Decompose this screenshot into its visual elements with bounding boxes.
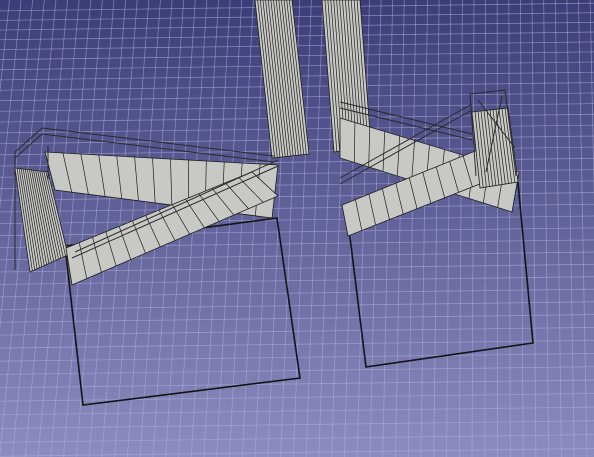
3d-viewport[interactable] [0,0,594,457]
cad-scene[interactable] [0,0,594,457]
